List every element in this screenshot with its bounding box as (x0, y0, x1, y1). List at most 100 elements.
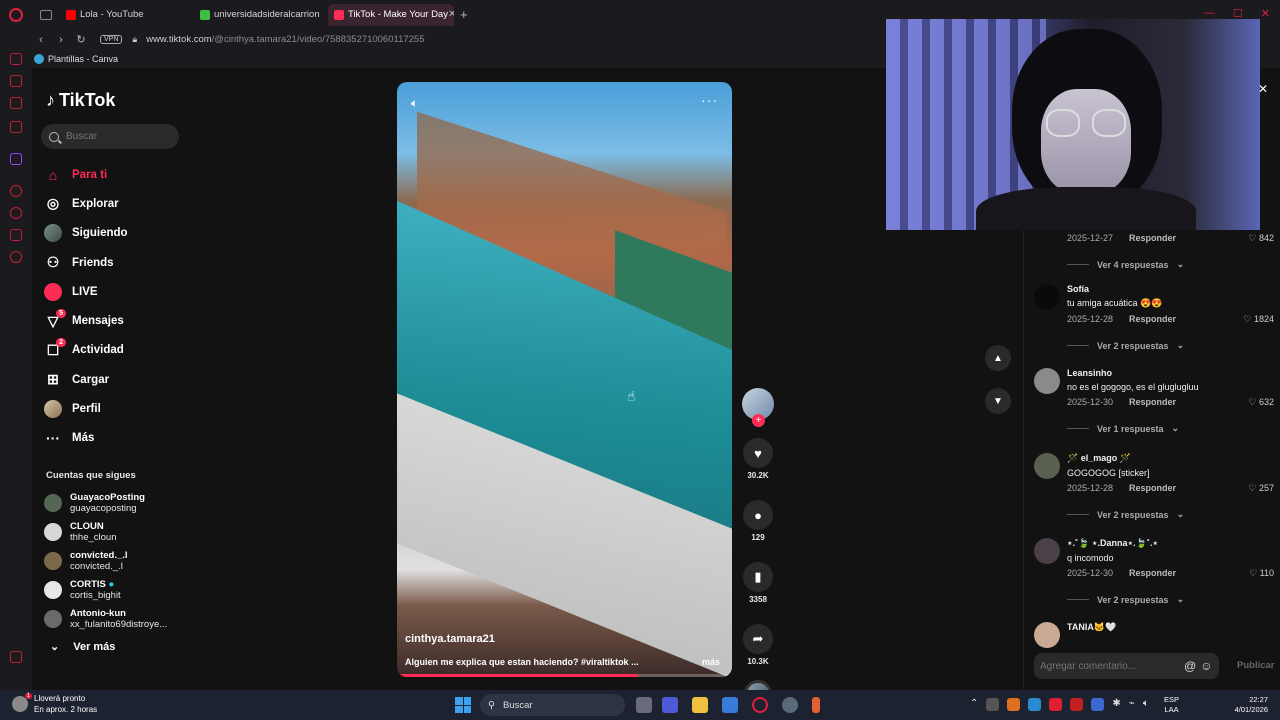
following-item[interactable]: convicted._.l convicted._.l (44, 546, 204, 575)
tab-tiktok[interactable]: TikTok - Make Your Day ✕ (328, 3, 454, 26)
nav-siguiendo[interactable]: Siguiendo (44, 219, 204, 248)
avatar[interactable] (1034, 453, 1060, 479)
history-icon[interactable] (10, 207, 22, 219)
comment-user[interactable]: Sofía (1067, 284, 1274, 294)
close-overlay-icon[interactable]: ✕ (1258, 82, 1268, 96)
volume-tray-icon[interactable]: 🔈︎ (1143, 698, 1149, 711)
comment-user[interactable]: ⋆.˚🍃 ⋆.Danna⋆.🍃˚.⋆ (1067, 538, 1274, 549)
vpn-badge[interactable]: VPN (100, 35, 123, 44)
gx-icon[interactable] (10, 651, 22, 663)
avatar[interactable] (1034, 284, 1060, 310)
language-indicator[interactable]: ESP LAA (1164, 695, 1179, 715)
tray-app-icon[interactable] (1049, 698, 1063, 711)
start-button[interactable] (455, 697, 471, 713)
nav-explorar[interactable]: ◎ Explorar (44, 189, 204, 218)
forward-arrow-icon[interactable]: › (56, 34, 66, 46)
mail-icon[interactable] (10, 121, 22, 133)
reply-button[interactable]: Responder (1129, 483, 1176, 494)
next-video-button[interactable]: ▼ (985, 388, 1011, 414)
nav-live[interactable]: LIVE (44, 277, 204, 306)
volume-icon[interactable]: 🔈︎ (411, 96, 418, 111)
opera-gx-taskbar-icon[interactable] (752, 697, 768, 713)
nav-perfil[interactable]: Perfil (44, 394, 204, 423)
nav-actividad[interactable]: ☐ 2 Actividad (44, 336, 204, 365)
nav-cargar[interactable]: ⊞ Cargar (44, 365, 204, 394)
instagram-icon[interactable] (10, 97, 22, 109)
comment-like-button[interactable]: ♡ 842 (1248, 233, 1274, 244)
like-button[interactable]: ♥ (743, 438, 773, 468)
reply-button[interactable]: Responder (1129, 397, 1176, 408)
back-arrow-icon[interactable]: ‹ (36, 34, 46, 46)
following-item[interactable]: CLOUN thhe_cloun (44, 517, 204, 546)
view-replies-button[interactable]: Ver 2 respuestas ⌄ (1067, 340, 1274, 351)
mention-icon[interactable]: @ (1184, 659, 1196, 673)
comment-user[interactable]: Leansinho (1067, 368, 1274, 378)
obs-icon[interactable] (782, 697, 798, 713)
comment-like-button[interactable]: ♡ 257 (1248, 483, 1274, 494)
url-field[interactable]: www.tiktok.com/@cinthya.tamara21/video/7… (146, 34, 424, 45)
comment-input-box[interactable]: @ ☺ (1034, 653, 1219, 679)
tray-app-icon[interactable] (1091, 698, 1105, 711)
tray-chevron-icon[interactable]: ⌃ (970, 698, 978, 711)
video-author[interactable]: cinthya.tamara21 (405, 633, 495, 645)
teams-icon[interactable] (662, 697, 678, 713)
following-item[interactable]: GuayacoPosting guayacoposting (44, 488, 204, 517)
nav-para-ti[interactable]: ⌂ Para ti (44, 160, 204, 189)
tray-app-icon[interactable] (1028, 698, 1042, 711)
view-replies-button[interactable]: Ver 2 respuestas ⌄ (1067, 594, 1274, 605)
clock[interactable]: 22:27 4/01/2026 (1228, 695, 1268, 715)
aria-icon[interactable] (10, 53, 22, 65)
nav-friends[interactable]: ⚇ Friends (44, 248, 204, 277)
nav-mensajes[interactable]: ▽ 5 Mensajes (44, 306, 204, 335)
close-window-button[interactable]: ✕ (1261, 7, 1270, 20)
comment-input[interactable] (1040, 660, 1180, 672)
previous-video-button[interactable]: ▲ (985, 345, 1011, 371)
comment-like-button[interactable]: ♡ 632 (1248, 397, 1274, 408)
search-input[interactable] (66, 131, 166, 142)
follow-plus-icon[interactable]: + (752, 414, 765, 427)
search-bar[interactable] (41, 124, 179, 149)
comment-like-button[interactable]: ♡ 1824 (1243, 314, 1274, 325)
tray-app-icon[interactable] (1070, 698, 1084, 711)
tray-app-icon[interactable] (986, 698, 1000, 711)
store-icon[interactable] (722, 697, 738, 713)
file-explorer-icon[interactable] (692, 697, 708, 713)
comment-button[interactable]: ● (743, 500, 773, 530)
microphone-icon[interactable] (812, 697, 820, 713)
network-icon[interactable]: ⌁ (1129, 698, 1135, 711)
video-options-icon[interactable]: ··· (701, 92, 718, 108)
view-replies-button[interactable]: Ver 4 respuestas ⌄ (1067, 259, 1274, 270)
tiktok-logo[interactable]: ♪ TikTok (46, 90, 115, 111)
view-replies-button[interactable]: Ver 1 respuesta ⌄ (1067, 423, 1274, 434)
new-tab-button[interactable]: + (460, 7, 468, 22)
view-replies-button[interactable]: Ver 2 respuestas ⌄ (1067, 509, 1274, 520)
player-icon[interactable] (10, 185, 22, 197)
comment-user[interactable]: TANIA🐱🤍 (1067, 622, 1274, 633)
settings-icon[interactable] (10, 251, 22, 263)
messenger-icon[interactable] (10, 75, 22, 87)
avatar[interactable] (1034, 622, 1060, 648)
lock-icon[interactable]: 🔒︎ (132, 34, 137, 45)
bluetooth-icon[interactable]: ✱ (1112, 698, 1120, 711)
opera-logo-icon[interactable] (9, 7, 23, 22)
caption-more-button[interactable]: más (702, 657, 720, 667)
task-view-icon[interactable] (636, 697, 652, 713)
reply-button[interactable]: Responder (1129, 568, 1176, 579)
taskbar-search[interactable]: ⚲ Buscar (480, 694, 625, 716)
weather-widget[interactable]: 1 Lloverá pronto En aprox. 2 horas (12, 693, 97, 715)
share-button[interactable]: ➦ (743, 624, 773, 654)
twitch-icon[interactable] (10, 153, 22, 165)
reply-button[interactable]: Responder (1129, 233, 1176, 244)
comment-like-button[interactable]: ♡ 110 (1249, 568, 1274, 579)
save-button[interactable]: ▮ (743, 562, 773, 592)
reload-icon[interactable]: ↻ (76, 33, 86, 46)
reply-button[interactable]: Responder (1129, 314, 1176, 325)
close-tab-icon[interactable]: ✕ (448, 9, 454, 20)
avatar[interactable] (1034, 368, 1060, 394)
following-item[interactable]: Antonio-kun xx_fulanito69distroye... (44, 605, 204, 634)
comment-user[interactable]: 🪄 el_mago 🪄 (1067, 453, 1274, 464)
tab-overview-icon[interactable] (40, 9, 52, 20)
tab-youtube[interactable]: Lola - YouTube (60, 4, 186, 26)
extensions-icon[interactable] (10, 229, 22, 241)
avatar[interactable] (1034, 538, 1060, 564)
